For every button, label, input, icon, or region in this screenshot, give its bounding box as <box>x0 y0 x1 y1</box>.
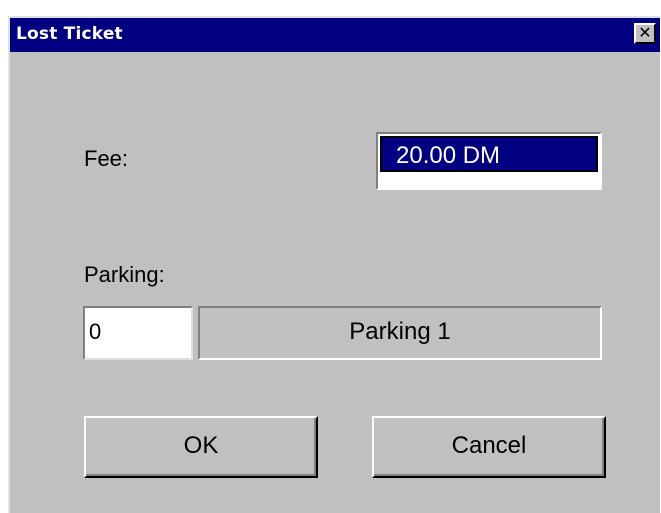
fee-label: Fee: <box>84 146 129 171</box>
parking-label: Parking: <box>84 262 165 287</box>
close-icon[interactable]: ✕ <box>634 23 656 44</box>
parking-name-field: Parking 1 <box>198 306 602 360</box>
dialog-title: Lost Ticket <box>16 24 123 44</box>
ok-button[interactable]: OK <box>84 416 318 478</box>
fee-value: 20.00 DM <box>380 136 598 172</box>
lost-ticket-dialog: Lost Ticket ✕ Fee: 20.00 DM Parking: 0 P… <box>8 16 660 513</box>
parking-number-input[interactable]: 0 <box>83 306 193 360</box>
cancel-button[interactable]: Cancel <box>372 416 606 478</box>
title-bar: Lost Ticket ✕ <box>10 18 660 52</box>
fee-field[interactable]: 20.00 DM <box>376 132 602 190</box>
